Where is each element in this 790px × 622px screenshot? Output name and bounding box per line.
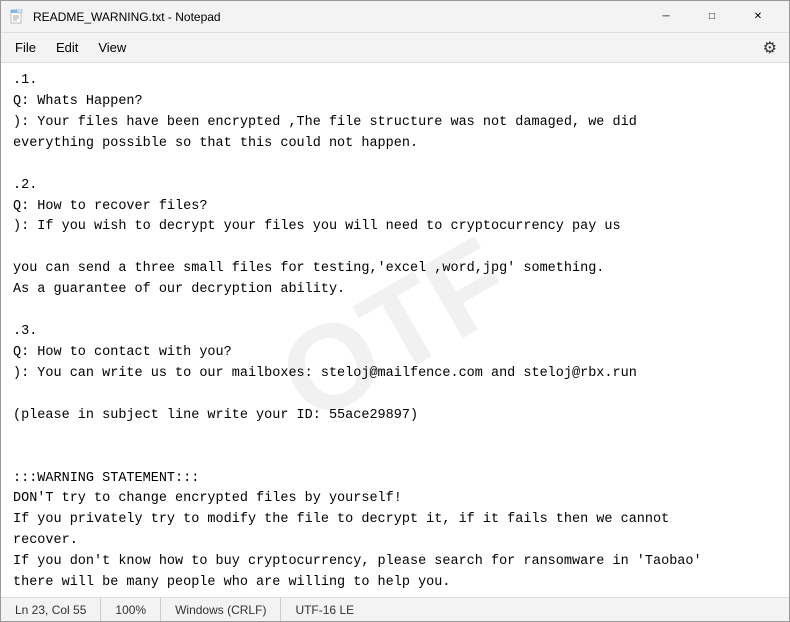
- encoding: UTF-16 LE: [281, 598, 368, 621]
- window-title: README_WARNING.txt - Notepad: [33, 10, 643, 24]
- menu-file[interactable]: File: [5, 36, 46, 59]
- zoom-level: 100%: [101, 598, 161, 621]
- maximize-button[interactable]: □: [689, 1, 735, 33]
- cursor-position: Ln 23, Col 55: [11, 598, 101, 621]
- close-button[interactable]: ✕: [735, 1, 781, 33]
- menu-items: File Edit View: [5, 36, 136, 59]
- line-ending: Windows (CRLF): [161, 598, 281, 621]
- text-editor[interactable]: [1, 63, 789, 597]
- editor-area: OTF: [1, 63, 789, 597]
- menu-bar: File Edit View ⚙: [1, 33, 789, 63]
- window-controls: ─ □ ✕: [643, 1, 781, 33]
- menu-view[interactable]: View: [88, 36, 136, 59]
- title-bar: README_WARNING.txt - Notepad ─ □ ✕: [1, 1, 789, 33]
- notepad-icon: [9, 9, 25, 25]
- minimize-button[interactable]: ─: [643, 1, 689, 33]
- status-bar: Ln 23, Col 55 100% Windows (CRLF) UTF-16…: [1, 597, 789, 621]
- settings-icon[interactable]: ⚙: [755, 34, 785, 62]
- menu-edit[interactable]: Edit: [46, 36, 88, 59]
- notepad-window: README_WARNING.txt - Notepad ─ □ ✕ File …: [0, 0, 790, 622]
